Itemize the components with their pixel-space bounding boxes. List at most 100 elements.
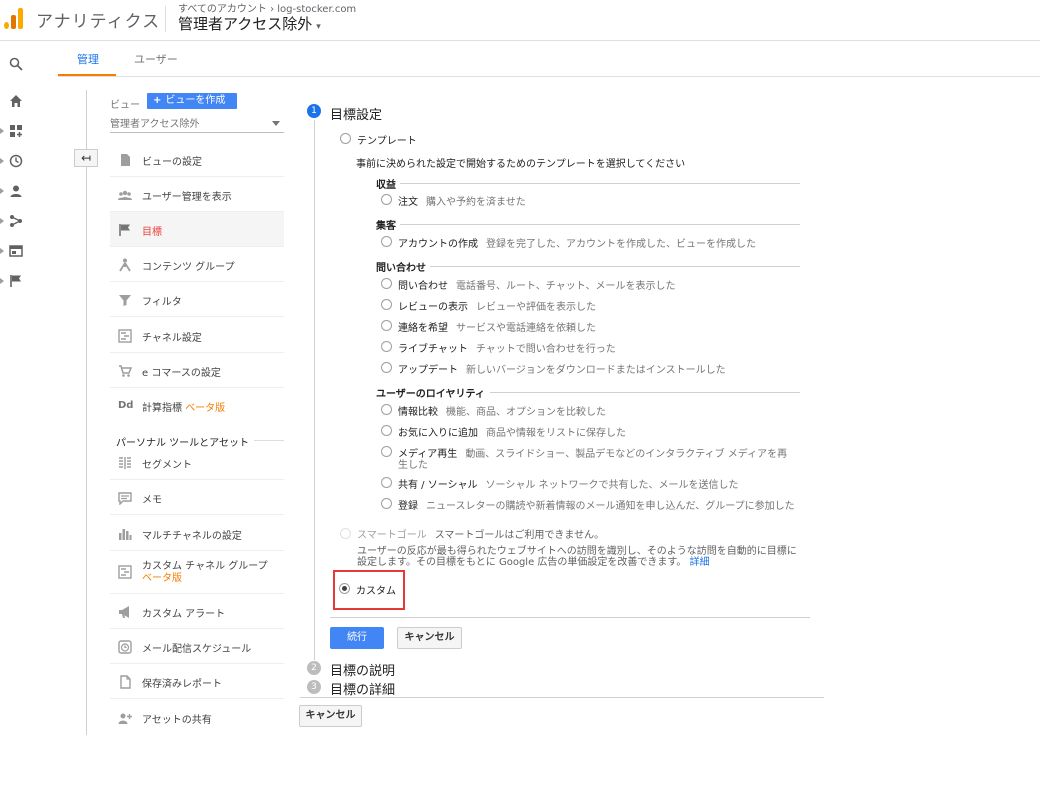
template-radio[interactable] [340,133,351,144]
custom-radio[interactable] [339,583,350,594]
nav-item-calculated-metrics[interactable]: Dd 計算指標 ベータ版 [110,388,284,423]
template-option-radio[interactable] [381,446,392,457]
continue-button[interactable]: 続行 [330,627,384,649]
expand-arrow-icon[interactable] [0,248,4,254]
nav-item-custom-channel-grouping[interactable]: カスタム チャネル グループ ベータ版 [110,551,284,594]
nav-item-content-grouping[interactable]: コンテンツ グループ [110,247,284,282]
template-option[interactable]: メディア再生 動画、スライドショー、製品デモなどのインタラクティブ メディアを再 [398,445,787,460]
smart-goal-radio[interactable] [340,528,351,539]
custom-label: カスタム [356,586,396,597]
nav-item-view-settings[interactable]: ビューの設定 [110,142,284,177]
nav-item-goals[interactable]: 目標 [110,212,284,247]
expand-arrow-icon[interactable] [0,278,4,284]
template-option-radio[interactable] [381,320,392,331]
smart-goal-learn-more-link[interactable]: 詳細 [690,557,710,568]
flag-icon [119,224,130,236]
nav-item-multichannel-settings[interactable]: マルチチャネルの設定 [110,516,284,551]
nav-item-label-wrap: カスタム チャネル グループ ベータ版 [142,561,268,585]
nav-item-label: カスタム アラート [142,609,226,620]
template-option-radio[interactable] [381,404,392,415]
expand-arrow-icon[interactable] [0,158,4,164]
view-picker-label: 管理者アクセス除外 [178,15,313,33]
template-option[interactable]: 共有 / ソーシャル ソーシャル ネットワークで共有した、メールを送信した [398,476,739,491]
nav-item-label: ビューの設定 [142,157,202,168]
audience-person-icon[interactable] [9,184,23,198]
template-option-radio[interactable] [381,425,392,436]
template-option-description: サービスや電話連絡を依頼した [456,323,596,334]
template-option-name: アップデート [398,365,458,376]
template-option[interactable]: アップデート 新しいバージョンをダウンロードまたはインストールした [398,361,726,376]
content-group-icon [119,258,131,272]
conversions-flag-icon[interactable] [9,274,23,288]
template-option[interactable]: レビューの表示 レビューや評価を表示した [398,298,596,313]
expand-arrow-icon[interactable] [0,128,4,134]
expand-arrow-icon[interactable] [0,218,4,224]
create-view-button[interactable]: + ビューを作成 [147,93,237,109]
home-icon[interactable] [9,94,23,108]
nav-item-scheduled-emails[interactable]: メール配信スケジュール [110,629,284,664]
behavior-icon[interactable] [9,244,23,258]
search-icon[interactable] [9,57,23,71]
expand-arrow-icon[interactable] [0,188,4,194]
template-option-description-cont: 生した [398,460,428,471]
nav-item-ecommerce-settings[interactable]: e コマースの設定 [110,353,284,388]
realtime-clock-icon[interactable] [9,154,23,168]
view-picker[interactable]: 管理者アクセス除外 ▾ [178,13,321,34]
template-option[interactable]: 情報比較 機能、商品、オプションを比較した [398,403,606,418]
template-option[interactable]: 問い合わせ 電話番号、ルート、チャット、メールを表示した [398,277,676,292]
nav-item-user-management[interactable]: ユーザー管理を表示 [110,177,284,212]
template-option[interactable]: 連絡を希望 サービスや電話連絡を依頼した [398,319,596,334]
left-rail [0,41,58,805]
tab-admin[interactable]: 管理 [77,51,99,67]
nav-item-label: 目標 [142,227,162,238]
template-option-radio[interactable] [381,278,392,289]
nav-item-annotations[interactable]: メモ [110,480,284,515]
template-option[interactable]: 注文 購入や予約を済ませた [398,193,526,208]
divider [330,617,810,618]
nav-item-label: メール配信スケジュール [142,644,252,655]
segment-icon [119,457,131,469]
nav-item-filters[interactable]: フィルタ [110,282,284,317]
saved-report-icon [120,675,131,689]
template-option-description: 登録を完了した、アカウントを作成した、ビューを作成した [486,239,756,250]
template-option-radio[interactable] [381,194,392,205]
bottom-cancel-button[interactable]: キャンセル [299,705,362,727]
template-option-radio[interactable] [381,236,392,247]
back-button[interactable]: ↤ [74,149,98,167]
channel-icon [118,329,132,343]
view-select-dropdown[interactable]: 管理者アクセス除外 [110,115,284,133]
template-option[interactable]: お気に入りに追加 商品や情報をリストに保存した [398,424,626,439]
template-option-radio[interactable] [381,477,392,488]
template-option-name: お気に入りに追加 [398,428,478,439]
acquisition-icon[interactable] [9,214,23,228]
divider [300,697,824,698]
template-option-name: 登録 [398,501,418,512]
analytics-logo-icon[interactable] [4,7,26,29]
nav-item-share-assets[interactable]: アセットの共有 [110,700,284,735]
cancel-button[interactable]: キャンセル [397,627,462,649]
step-number-badge: 3 [307,680,321,694]
nav-item-segments[interactable]: セグメント [110,445,284,480]
template-option-description: 商品や情報をリストに保存した [486,428,626,439]
tab-users[interactable]: ユーザー [134,51,178,67]
step-title-goal-details: 目標の詳細 [330,683,396,698]
customization-icon[interactable] [9,124,23,138]
template-option[interactable]: ライブチャット チャットで問い合わせを行った [398,340,616,355]
template-option-radio[interactable] [381,299,392,310]
template-option-radio[interactable] [381,341,392,352]
nav-item-saved-reports[interactable]: 保存済みレポート [110,664,284,699]
template-option-description: 新しいバージョンをダウンロードまたはインストールした [466,365,726,376]
header-divider [165,6,166,32]
active-tab-indicator [58,74,116,76]
nav-item-channel-settings[interactable]: チャネル設定 [110,318,284,353]
smart-goal-description-2-wrap: 設定します。その目標をもとに Google 広告の単価設定を改善できます。 詳細 [357,553,710,568]
template-option-description: 動画、スライドショー、製品デモなどのインタラクティブ メディアを再 [465,449,788,460]
template-option-name: レビューの表示 [398,302,468,313]
template-option[interactable]: 登録 ニュースレターの購読や新着情報のメール通知を申し込んだ、グループに参加した [398,497,795,512]
template-option[interactable]: アカウントの作成 登録を完了した、アカウントを作成した、ビューを作成した [398,235,756,250]
dd-icon: Dd [118,400,134,411]
bar-chart-icon [119,529,132,540]
template-option-radio[interactable] [381,362,392,373]
template-option-radio[interactable] [381,498,392,509]
nav-item-custom-alerts[interactable]: カスタム アラート [110,594,284,629]
